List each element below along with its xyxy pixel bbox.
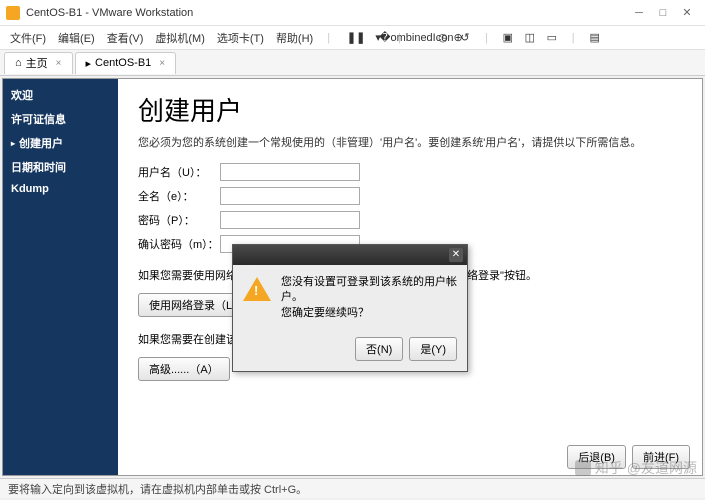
menu-tabs[interactable]: 选项卡(T) <box>213 28 268 48</box>
forward-button[interactable]: 前进(F) <box>632 445 690 469</box>
vmware-logo-icon <box>6 6 20 20</box>
close-button[interactable]: ✕ <box>675 6 699 19</box>
tab-bar: ⌂ 主页 × ▸ CentOS-B1 × <box>0 50 705 76</box>
setup-sidebar: 欢迎 许可证信息 ▸创建用户 日期和时间 Kdump <box>3 79 118 475</box>
dialog-buttons: 否(N) 是(Y) <box>233 331 467 371</box>
maximize-button[interactable]: □ <box>651 7 675 19</box>
minimize-button[interactable]: ─ <box>627 7 651 19</box>
fullname-label: 全名（e）： <box>138 188 220 204</box>
advanced-button[interactable]: 高级......（A） <box>138 357 230 381</box>
pause-icon[interactable]: ❚❚ <box>348 30 364 46</box>
menu-edit[interactable]: 编辑(E) <box>54 28 99 48</box>
confirm-dialog: ✕ 您没有设置可登录到该系统的用户帐户。 您确定要继续吗？ 否(N) 是(Y) <box>232 244 468 372</box>
menu-file[interactable]: 文件(F) <box>6 28 50 48</box>
sidebar-item-license[interactable]: 许可证信息 <box>3 107 118 131</box>
menu-bar: 文件(F) 编辑(E) 查看(V) 虚拟机(M) 选项卡(T) 帮助(H) | … <box>0 26 705 50</box>
menu-help[interactable]: 帮助(H) <box>272 28 317 48</box>
sidebar-item-create-user[interactable]: ▸创建用户 <box>3 131 118 155</box>
separator: | <box>568 30 579 46</box>
page-title: 创建用户 <box>138 91 682 128</box>
tab-close-icon[interactable]: × <box>159 58 165 69</box>
tab-vm-label: CentOS-B1 <box>95 57 151 69</box>
dialog-yes-button[interactable]: 是(Y) <box>409 337 457 361</box>
confirm-label: 确认密码（m）： <box>138 236 220 252</box>
sidebar-item-welcome[interactable]: 欢迎 <box>3 83 118 107</box>
warning-icon <box>243 277 271 301</box>
console-icon[interactable]: ▭ <box>544 30 560 46</box>
library-icon[interactable]: ▤ <box>587 30 603 46</box>
revert-icon[interactable]: ↺ <box>457 30 473 46</box>
window-titlebar: CentOS-B1 - VMware Workstation ─ □ ✕ <box>0 0 705 26</box>
bullet-icon: ▸ <box>11 139 15 148</box>
back-button[interactable]: 后退(B) <box>567 445 626 469</box>
unity-icon[interactable]: ◫ <box>522 30 538 46</box>
dialog-body: 您没有设置可登录到该系统的用户帐户。 您确定要继续吗？ <box>233 265 467 331</box>
snapshot-icon[interactable]: �ombinedIcon⊕ <box>413 30 429 46</box>
dialog-titlebar: ✕ <box>233 245 467 265</box>
separator: | <box>481 30 492 46</box>
page-description: 您必须为您的系统创建一个常规使用的（非管理）'用户名'。要创建系统'用户名'，请… <box>138 136 682 151</box>
password-label: 密码（P）： <box>138 212 220 228</box>
tab-close-icon[interactable]: × <box>56 58 62 69</box>
menu-view[interactable]: 查看(V) <box>103 28 148 48</box>
status-bar: 要将输入定向到该虚拟机，请在虚拟机内部单击或按 Ctrl+G。 <box>0 478 705 498</box>
tab-vm[interactable]: ▸ CentOS-B1 × <box>75 52 177 74</box>
dialog-message: 您没有设置可登录到该系统的用户帐户。 您确定要继续吗？ <box>281 275 457 321</box>
home-icon: ⌂ <box>15 57 22 69</box>
sidebar-item-datetime[interactable]: 日期和时间 <box>3 155 118 179</box>
sidebar-item-kdump[interactable]: Kdump <box>3 179 118 199</box>
username-label: 用户名（U）： <box>138 164 220 180</box>
wizard-nav-buttons: 后退(B) 前进(F) <box>567 445 690 469</box>
toolbar: ❚❚ ▾ | �ombinedIcon⊕ ◷ ↺ | ▣ ◫ ▭ | ▤ <box>348 30 603 46</box>
dialog-close-button[interactable]: ✕ <box>449 248 463 262</box>
fullname-input[interactable] <box>220 187 360 205</box>
vm-icon: ▸ <box>86 57 92 70</box>
status-text: 要将输入定向到该虚拟机，请在虚拟机内部单击或按 Ctrl+G。 <box>8 481 307 497</box>
username-input[interactable] <box>220 163 360 181</box>
tab-home[interactable]: ⌂ 主页 × <box>4 52 73 74</box>
fullscreen-icon[interactable]: ▣ <box>500 30 516 46</box>
separator: | <box>323 30 334 46</box>
menu-vm[interactable]: 虚拟机(M) <box>151 28 209 48</box>
dialog-no-button[interactable]: 否(N) <box>355 337 403 361</box>
password-input[interactable] <box>220 211 360 229</box>
clock-icon[interactable]: ◷ <box>435 30 451 46</box>
window-title: CentOS-B1 - VMware Workstation <box>26 7 627 19</box>
tab-home-label: 主页 <box>26 55 48 71</box>
